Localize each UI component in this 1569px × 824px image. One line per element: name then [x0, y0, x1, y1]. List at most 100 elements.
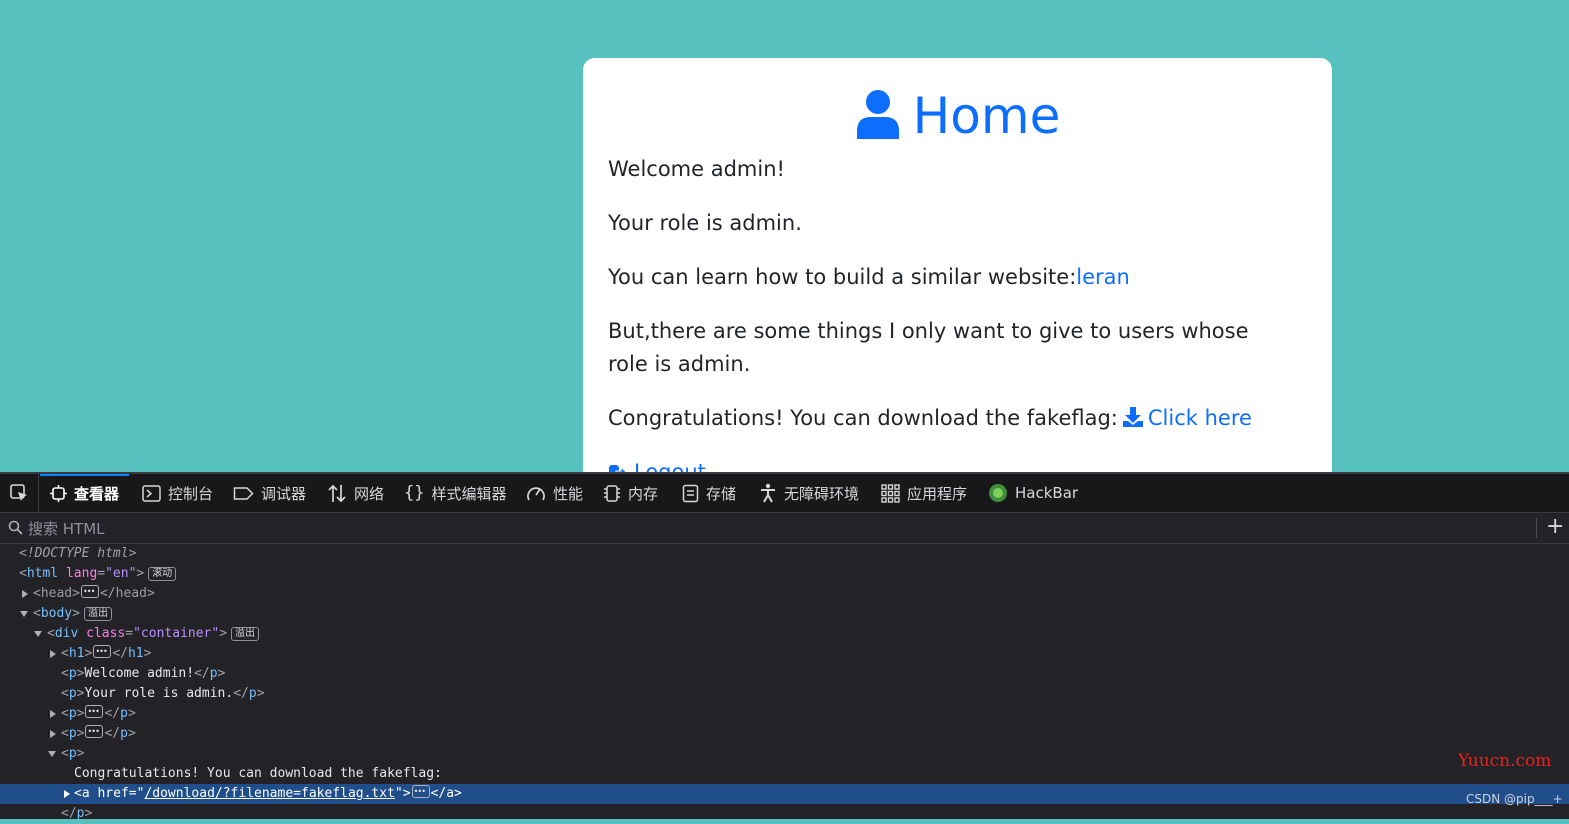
a-tag: a: [81, 786, 90, 801]
tab-style-editor-label: 样式编辑器: [431, 484, 507, 503]
element-picker-button[interactable]: [0, 474, 39, 512]
download-icon: [1122, 405, 1144, 438]
a-close-tag: a: [446, 786, 455, 801]
html-attr-value: "en": [105, 566, 137, 581]
p-tag: p: [68, 746, 77, 761]
tree-line-anchor-selected[interactable]: <a href="/download/?filename=fakeflag.tx…: [0, 782, 1569, 804]
expand-triangle-icon[interactable]: [50, 710, 56, 718]
tree-line-h1[interactable]: <h1></h1>: [0, 642, 1569, 664]
tab-storage[interactable]: 存储: [682, 474, 736, 512]
div-tag: div: [54, 626, 79, 641]
collapse-triangle-icon[interactable]: [20, 611, 28, 617]
logout-paragraph: Logout: [608, 456, 1272, 472]
ellipsis-icon[interactable]: [80, 582, 99, 602]
download-link[interactable]: Click here: [1118, 406, 1252, 430]
tab-application[interactable]: 应用程序: [881, 474, 967, 512]
tree-line-p-role[interactable]: <p>Your role is admin.</p>: [0, 684, 1569, 704]
search-html-input[interactable]: [26, 517, 1510, 541]
tab-hackbar[interactable]: HackBar: [988, 474, 1078, 512]
tab-style-editor[interactable]: {} 样式编辑器: [404, 474, 507, 512]
page-viewport: Home Welcome admin! Your role is admin. …: [0, 0, 1569, 472]
tree-line-p-close[interactable]: </p>: [0, 804, 1569, 824]
tree-line-head[interactable]: <head></head>: [0, 582, 1569, 604]
user-icon: [855, 89, 901, 152]
scroll-badge[interactable]: 滚动: [148, 567, 177, 581]
search-divider: [1536, 518, 1537, 538]
tab-inspector-label: 查看器: [74, 484, 120, 503]
tree-line-p5[interactable]: <p>: [0, 744, 1569, 764]
tab-memory-label: 内存: [628, 484, 659, 503]
add-node-button[interactable]: +: [1546, 515, 1564, 539]
network-icon: [328, 484, 346, 502]
memory-icon: [604, 484, 620, 502]
expand-triangle-icon[interactable]: [50, 730, 56, 738]
page-title: Home: [583, 86, 1332, 152]
accessibility-icon: [761, 483, 775, 503]
tab-network[interactable]: 网络: [327, 474, 384, 512]
heading-text: Home: [912, 87, 1061, 145]
collapse-triangle-icon[interactable]: [48, 751, 56, 757]
h1-tag: h1: [68, 646, 85, 661]
things-text: But,there are some things I only want to…: [608, 319, 1249, 376]
tree-line-p3[interactable]: <p></p>: [0, 702, 1569, 724]
devtools-toolbar: 查看器 控制台 调试器 网络 {} 样式编辑器 性能 内存 存储 无障碍环境 应…: [0, 474, 1569, 513]
tree-line-p-welcome[interactable]: <p>Welcome admin!</p>: [0, 664, 1569, 684]
html-tag: html: [26, 566, 59, 581]
inspector-icon: [50, 484, 67, 502]
tree-line-body[interactable]: <body> 溢出: [0, 604, 1569, 624]
home-card: Home Welcome admin! Your role is admin. …: [583, 58, 1332, 472]
congrats-text: Congratulations! You can download the fa…: [608, 406, 1118, 430]
ellipsis-icon[interactable]: [411, 782, 430, 802]
collapse-triangle-icon[interactable]: [34, 631, 42, 637]
site-watermark: Yuucn.com: [1458, 751, 1552, 771]
ellipsis-icon[interactable]: [93, 642, 112, 662]
tree-line-div[interactable]: <div class="container"> 溢出: [0, 624, 1569, 644]
expand-triangle-icon[interactable]: [64, 790, 70, 798]
tab-memory[interactable]: 内存: [603, 474, 658, 512]
overflow-badge[interactable]: 溢出: [83, 607, 112, 621]
tab-accessibility[interactable]: 无障碍环境: [759, 474, 859, 512]
div-attr: class: [86, 626, 126, 641]
p-tag: p: [68, 726, 77, 741]
body-tag: body: [40, 606, 73, 621]
tree-line-p4[interactable]: <p></p>: [0, 722, 1569, 744]
tree-line-congrats-text[interactable]: Congratulations! You can download the fa…: [0, 764, 1569, 784]
tab-performance[interactable]: 性能: [526, 474, 583, 512]
p-close-tag: p: [209, 666, 218, 681]
picker-icon: [10, 484, 27, 501]
h1-close-tag: h1: [127, 646, 144, 661]
tab-console[interactable]: 控制台: [142, 474, 213, 512]
style-editor-icon: {}: [404, 483, 425, 503]
p-tag: p: [68, 666, 77, 681]
html-search-bar: +: [0, 513, 1569, 544]
doctype-node: <!DOCTYPE html>: [19, 546, 137, 561]
head-close-tag: head: [115, 586, 147, 601]
expand-triangle-icon[interactable]: [22, 590, 28, 598]
p-close-tag: p: [120, 726, 128, 741]
a-href-value[interactable]: /download/?filename=fakeflag.txt: [144, 786, 394, 801]
logout-link[interactable]: Logout: [608, 460, 706, 472]
head-tag: head: [40, 586, 73, 601]
tree-line-html[interactable]: <html lang="en"> 滚动: [0, 564, 1569, 584]
tree-line-doctype[interactable]: <!DOCTYPE html>: [0, 544, 1569, 564]
div-attr-value: "container": [133, 626, 220, 641]
welcome-text: Welcome admin!: [608, 157, 785, 181]
tab-accessibility-label: 无障碍环境: [784, 484, 860, 503]
ellipsis-icon[interactable]: [85, 722, 104, 742]
p-welcome-text: Welcome admin!: [84, 666, 195, 681]
tab-inspector[interactable]: 查看器: [39, 474, 130, 512]
expand-triangle-icon[interactable]: [50, 650, 56, 658]
p-close-tag: p: [248, 686, 257, 701]
markup-tree: <!DOCTYPE html> <html lang="en"> 滚动 <head…: [0, 544, 1569, 821]
learn-link[interactable]: leran: [1076, 265, 1130, 289]
tab-network-label: 网络: [354, 484, 385, 503]
tab-console-label: 控制台: [168, 484, 214, 503]
congrats-text-node: Congratulations! You can download the fa…: [74, 766, 442, 781]
tab-performance-label: 性能: [553, 484, 584, 503]
debugger-icon: [233, 486, 254, 500]
overflow-badge[interactable]: 溢出: [231, 627, 260, 641]
search-icon: [8, 520, 23, 535]
ellipsis-icon[interactable]: [85, 702, 104, 722]
tab-debugger[interactable]: 调试器: [233, 474, 306, 512]
p-tag: p: [68, 686, 77, 701]
